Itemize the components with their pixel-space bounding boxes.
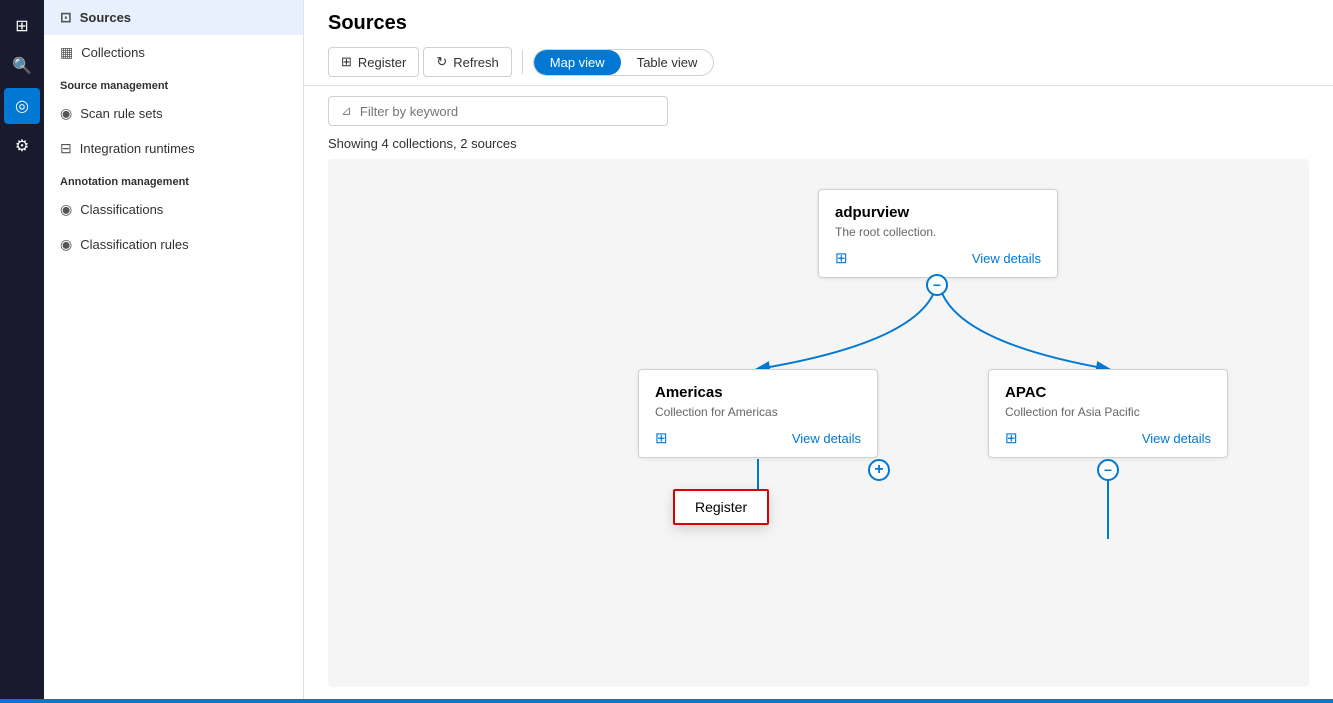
classifications-icon: ◉ <box>60 201 72 218</box>
home-icon[interactable]: ⊞ <box>4 8 40 44</box>
sidebar-integration-runtimes-label: Integration runtimes <box>80 141 195 156</box>
sidebar-collections-label: Collections <box>81 45 145 60</box>
insights-icon[interactable]: ◎ <box>4 88 40 124</box>
apac-collection-card: APAC Collection for Asia Pacific ⊞ View … <box>988 369 1228 458</box>
root-collection-card: adpurview The root collection. ⊞ View de… <box>818 189 1058 278</box>
view-toggle: Map view Table view <box>533 49 715 76</box>
sidebar-item-classifications[interactable]: ◉ Classifications <box>44 192 303 227</box>
sidebar-item-integration-runtimes[interactable]: ⊟ Integration runtimes <box>44 131 303 166</box>
icon-rail: ⊞ 🔍 ◎ ⚙ <box>0 0 44 703</box>
register-popup-label: Register <box>695 499 747 515</box>
toolbar-separator <box>522 50 523 74</box>
sidebar-item-sources[interactable]: ⊡ Sources <box>44 0 303 35</box>
filter-input[interactable] <box>360 104 655 119</box>
americas-grid-icon: ⊞ <box>655 429 668 447</box>
register-popup[interactable]: Register <box>673 489 769 525</box>
root-grid-icon: ⊞ <box>835 249 848 267</box>
root-card-footer: ⊞ View details <box>835 249 1041 267</box>
sidebar-item-classification-rules[interactable]: ◉ Classification rules <box>44 227 303 262</box>
map-area: adpurview The root collection. ⊞ View de… <box>328 159 1309 687</box>
apac-view-details-link[interactable]: View details <box>1142 431 1211 446</box>
sidebar-item-collections[interactable]: ▦ Collections <box>44 35 303 70</box>
root-view-details-link[interactable]: View details <box>972 251 1041 266</box>
americas-card-title: Americas <box>655 384 861 401</box>
source-management-section: Source management <box>44 70 303 96</box>
sources-icon: ⊡ <box>60 9 72 26</box>
root-collapse-button[interactable]: − <box>926 274 948 296</box>
bottom-bar <box>0 699 1333 703</box>
classification-rules-icon: ◉ <box>60 236 72 253</box>
collections-icon: ▦ <box>60 44 73 61</box>
sidebar-item-scan-rule-sets[interactable]: ◉ Scan rule sets <box>44 96 303 131</box>
register-icon: ⊞ <box>341 54 352 70</box>
refresh-label: Refresh <box>453 55 499 70</box>
filter-input-wrapper[interactable]: ⊿ <box>328 96 668 126</box>
table-view-button[interactable]: Table view <box>621 50 714 75</box>
sidebar-sources-label: Sources <box>80 10 131 25</box>
americas-card-footer: ⊞ View details <box>655 429 861 447</box>
manage-icon[interactable]: ⚙ <box>4 128 40 164</box>
refresh-icon: ↻ <box>436 54 447 70</box>
sidebar-classification-rules-label: Classification rules <box>80 237 188 252</box>
sidebar-scan-rule-sets-label: Scan rule sets <box>80 106 162 121</box>
filter-bar: ⊿ <box>304 86 1333 136</box>
apac-grid-icon: ⊞ <box>1005 429 1018 447</box>
sidebar: ⊡ Sources ▦ Collections Source managemen… <box>44 0 304 703</box>
apac-card-subtitle: Collection for Asia Pacific <box>1005 405 1211 419</box>
main-content: Sources ⊞ Register ↻ Refresh Map view Ta… <box>304 0 1333 703</box>
americas-collection-card: Americas Collection for Americas ⊞ View … <box>638 369 878 458</box>
americas-card-subtitle: Collection for Americas <box>655 405 861 419</box>
americas-view-details-link[interactable]: View details <box>792 431 861 446</box>
apac-card-title: APAC <box>1005 384 1211 401</box>
toolbar: ⊞ Register ↻ Refresh Map view Table view <box>328 47 1309 77</box>
americas-expand-button[interactable]: + <box>868 459 890 481</box>
map-view-button[interactable]: Map view <box>534 50 621 75</box>
catalog-icon[interactable]: 🔍 <box>4 48 40 84</box>
showing-text: Showing 4 collections, 2 sources <box>304 136 1333 159</box>
root-card-subtitle: The root collection. <box>835 225 1041 239</box>
main-header: Sources ⊞ Register ↻ Refresh Map view Ta… <box>304 0 1333 86</box>
sidebar-classifications-label: Classifications <box>80 202 163 217</box>
page-title: Sources <box>328 12 1309 35</box>
register-button[interactable]: ⊞ Register <box>328 47 419 77</box>
refresh-button[interactable]: ↻ Refresh <box>423 47 511 77</box>
root-card-title: adpurview <box>835 204 1041 221</box>
annotation-management-section: Annotation management <box>44 166 303 192</box>
scan-rule-sets-icon: ◉ <box>60 105 72 122</box>
apac-collapse-button[interactable]: − <box>1097 459 1119 481</box>
register-label: Register <box>358 55 406 70</box>
filter-icon: ⊿ <box>341 103 352 119</box>
apac-card-footer: ⊞ View details <box>1005 429 1211 447</box>
integration-runtimes-icon: ⊟ <box>60 140 72 157</box>
